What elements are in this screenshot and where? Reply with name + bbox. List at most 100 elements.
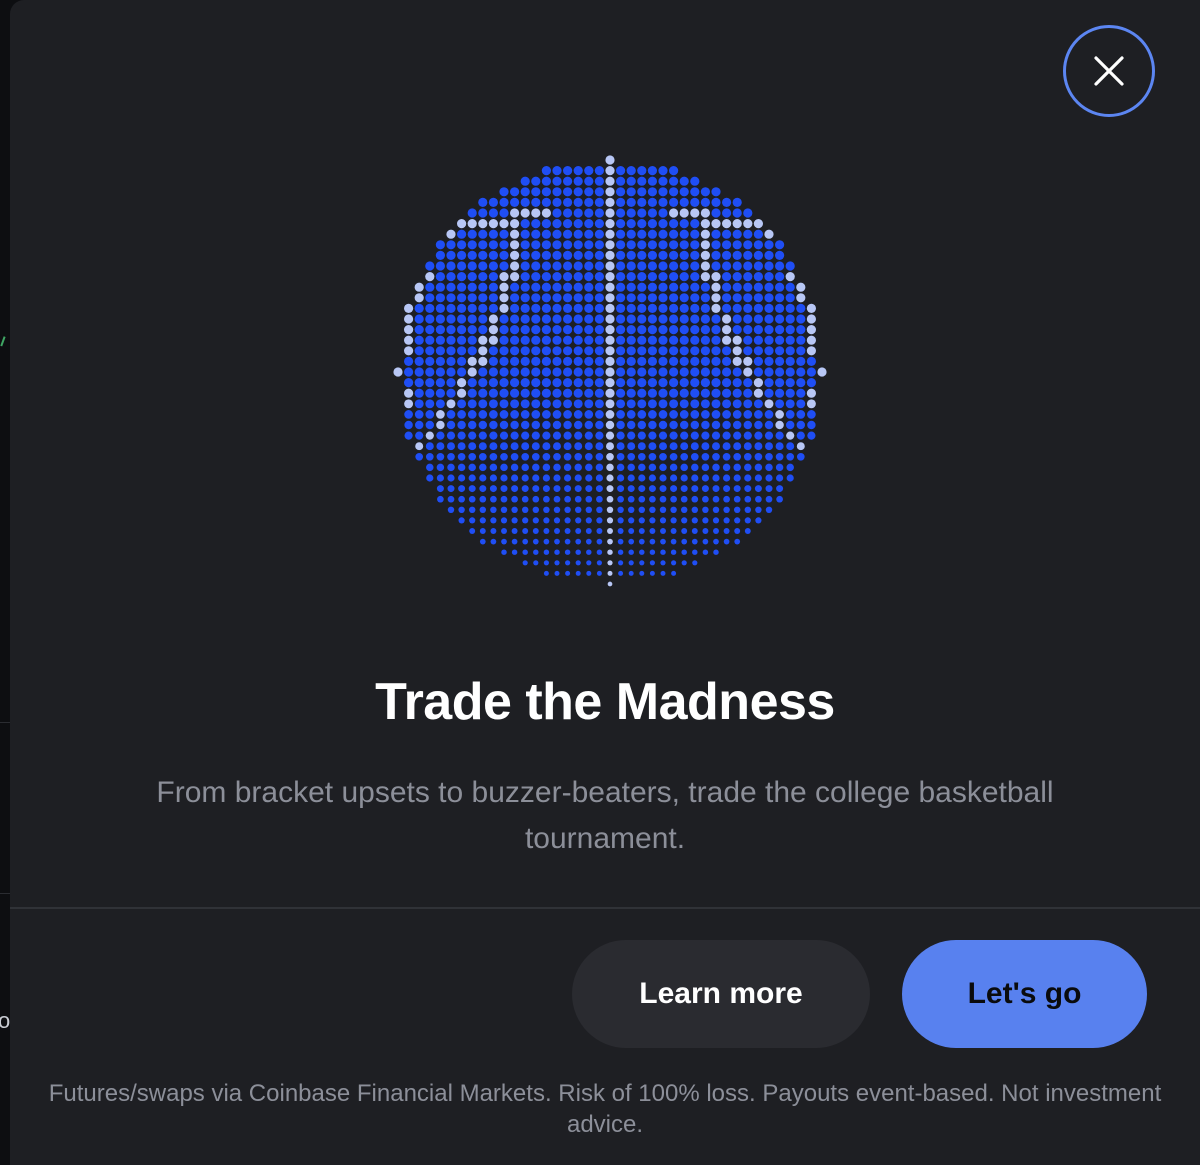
ball-dot	[648, 485, 656, 493]
ball-seam-dot	[606, 442, 614, 451]
ball-dot	[627, 474, 635, 482]
ball-dot	[594, 208, 604, 218]
ball-dot	[575, 528, 582, 534]
ball-dot	[457, 229, 467, 239]
ball-dot	[796, 410, 806, 419]
ball-dot	[457, 367, 467, 377]
ball-seam-dot	[605, 335, 615, 345]
ball-seam-dot	[605, 420, 615, 430]
ball-dot	[647, 176, 657, 186]
ball-dot	[520, 229, 530, 239]
ball-dot	[499, 229, 509, 239]
ball-dot	[755, 495, 762, 503]
ball-dot	[669, 197, 679, 207]
ball-dot	[775, 399, 785, 409]
ball-dot	[541, 314, 551, 324]
ball-dot	[510, 452, 519, 461]
ball-dot	[510, 431, 519, 440]
ball-dot	[690, 356, 700, 366]
ball-dot	[573, 208, 583, 218]
ball-dot	[723, 485, 731, 493]
modal-title: Trade the Madness	[375, 673, 835, 731]
ball-dot	[690, 187, 700, 197]
learn-more-button[interactable]: Learn more	[572, 940, 870, 1048]
ball-dot	[520, 240, 530, 250]
ball-dot	[552, 303, 562, 313]
ball-dot	[659, 474, 667, 482]
ball-dot	[425, 261, 435, 271]
ball-dot	[670, 549, 677, 555]
ball-dot	[649, 506, 656, 514]
ball-dot	[499, 187, 509, 197]
ball-dot	[628, 538, 635, 545]
ball-dot	[573, 356, 583, 366]
ball-dot	[616, 208, 626, 218]
ball-dot	[425, 399, 435, 409]
ball-dot	[563, 399, 573, 409]
ball-dot	[637, 431, 646, 440]
ball-dot	[467, 282, 477, 292]
ball-dot	[457, 442, 466, 451]
ball-dot	[700, 303, 710, 313]
ball-dot	[785, 399, 795, 409]
ball-seam-dot	[404, 388, 414, 398]
ball-dot	[521, 474, 529, 482]
ball-dot	[775, 335, 785, 345]
ball-dot	[626, 240, 636, 250]
ball-dot	[679, 219, 689, 229]
ball-dot	[573, 261, 583, 271]
ball-dot	[669, 325, 679, 335]
ball-dot	[679, 229, 689, 239]
ball-seam-dot	[607, 549, 613, 555]
ball-seam-dot	[743, 356, 753, 366]
ball-dot	[594, 303, 604, 313]
ball-dot	[690, 367, 700, 377]
ball-dot	[743, 314, 753, 324]
lets-go-button[interactable]: Let's go	[902, 940, 1147, 1048]
ball-seam-dot	[605, 410, 615, 419]
ball-dot	[743, 335, 753, 345]
ball-dot	[658, 325, 668, 335]
ball-dot	[679, 399, 689, 409]
ball-dot	[679, 261, 689, 271]
ball-dot	[616, 250, 626, 260]
ball-dot	[446, 303, 456, 313]
ball-dot	[658, 240, 668, 250]
ball-dot	[626, 166, 636, 176]
ball-dot	[457, 452, 466, 461]
ball-dot	[435, 356, 445, 366]
ball-dot	[616, 335, 626, 345]
ball-dot	[479, 474, 487, 482]
ball-dot	[679, 272, 689, 282]
close-button[interactable]	[1063, 25, 1155, 117]
ball-dot	[489, 420, 498, 430]
ball-dot	[637, 325, 647, 335]
ball-dot	[639, 570, 645, 576]
ball-dot	[457, 303, 467, 313]
ball-dot	[785, 346, 795, 356]
ball-dot	[658, 272, 668, 282]
ball-dot	[711, 356, 721, 366]
ball-dot	[669, 314, 679, 324]
ball-dot	[626, 219, 636, 229]
ball-dot	[701, 485, 709, 493]
ball-dot	[510, 303, 520, 313]
ball-dot	[700, 325, 710, 335]
ball-dot	[658, 219, 668, 229]
ball-dot	[499, 240, 509, 250]
ball-dot	[467, 208, 477, 218]
ball-dot	[658, 420, 668, 430]
ball-dot	[743, 325, 753, 335]
ball-dot	[637, 250, 647, 260]
ball-seam-dot	[679, 208, 689, 218]
ball-dot	[531, 367, 541, 377]
ball-dot	[584, 250, 594, 260]
ball-dot	[732, 399, 742, 409]
ball-seam-dot	[605, 367, 615, 377]
ball-dot	[637, 166, 647, 176]
ball-dot	[425, 303, 435, 313]
ball-dot	[701, 452, 710, 461]
ball-dot	[691, 538, 698, 545]
ball-dot	[637, 176, 647, 186]
ball-dot	[563, 388, 573, 398]
